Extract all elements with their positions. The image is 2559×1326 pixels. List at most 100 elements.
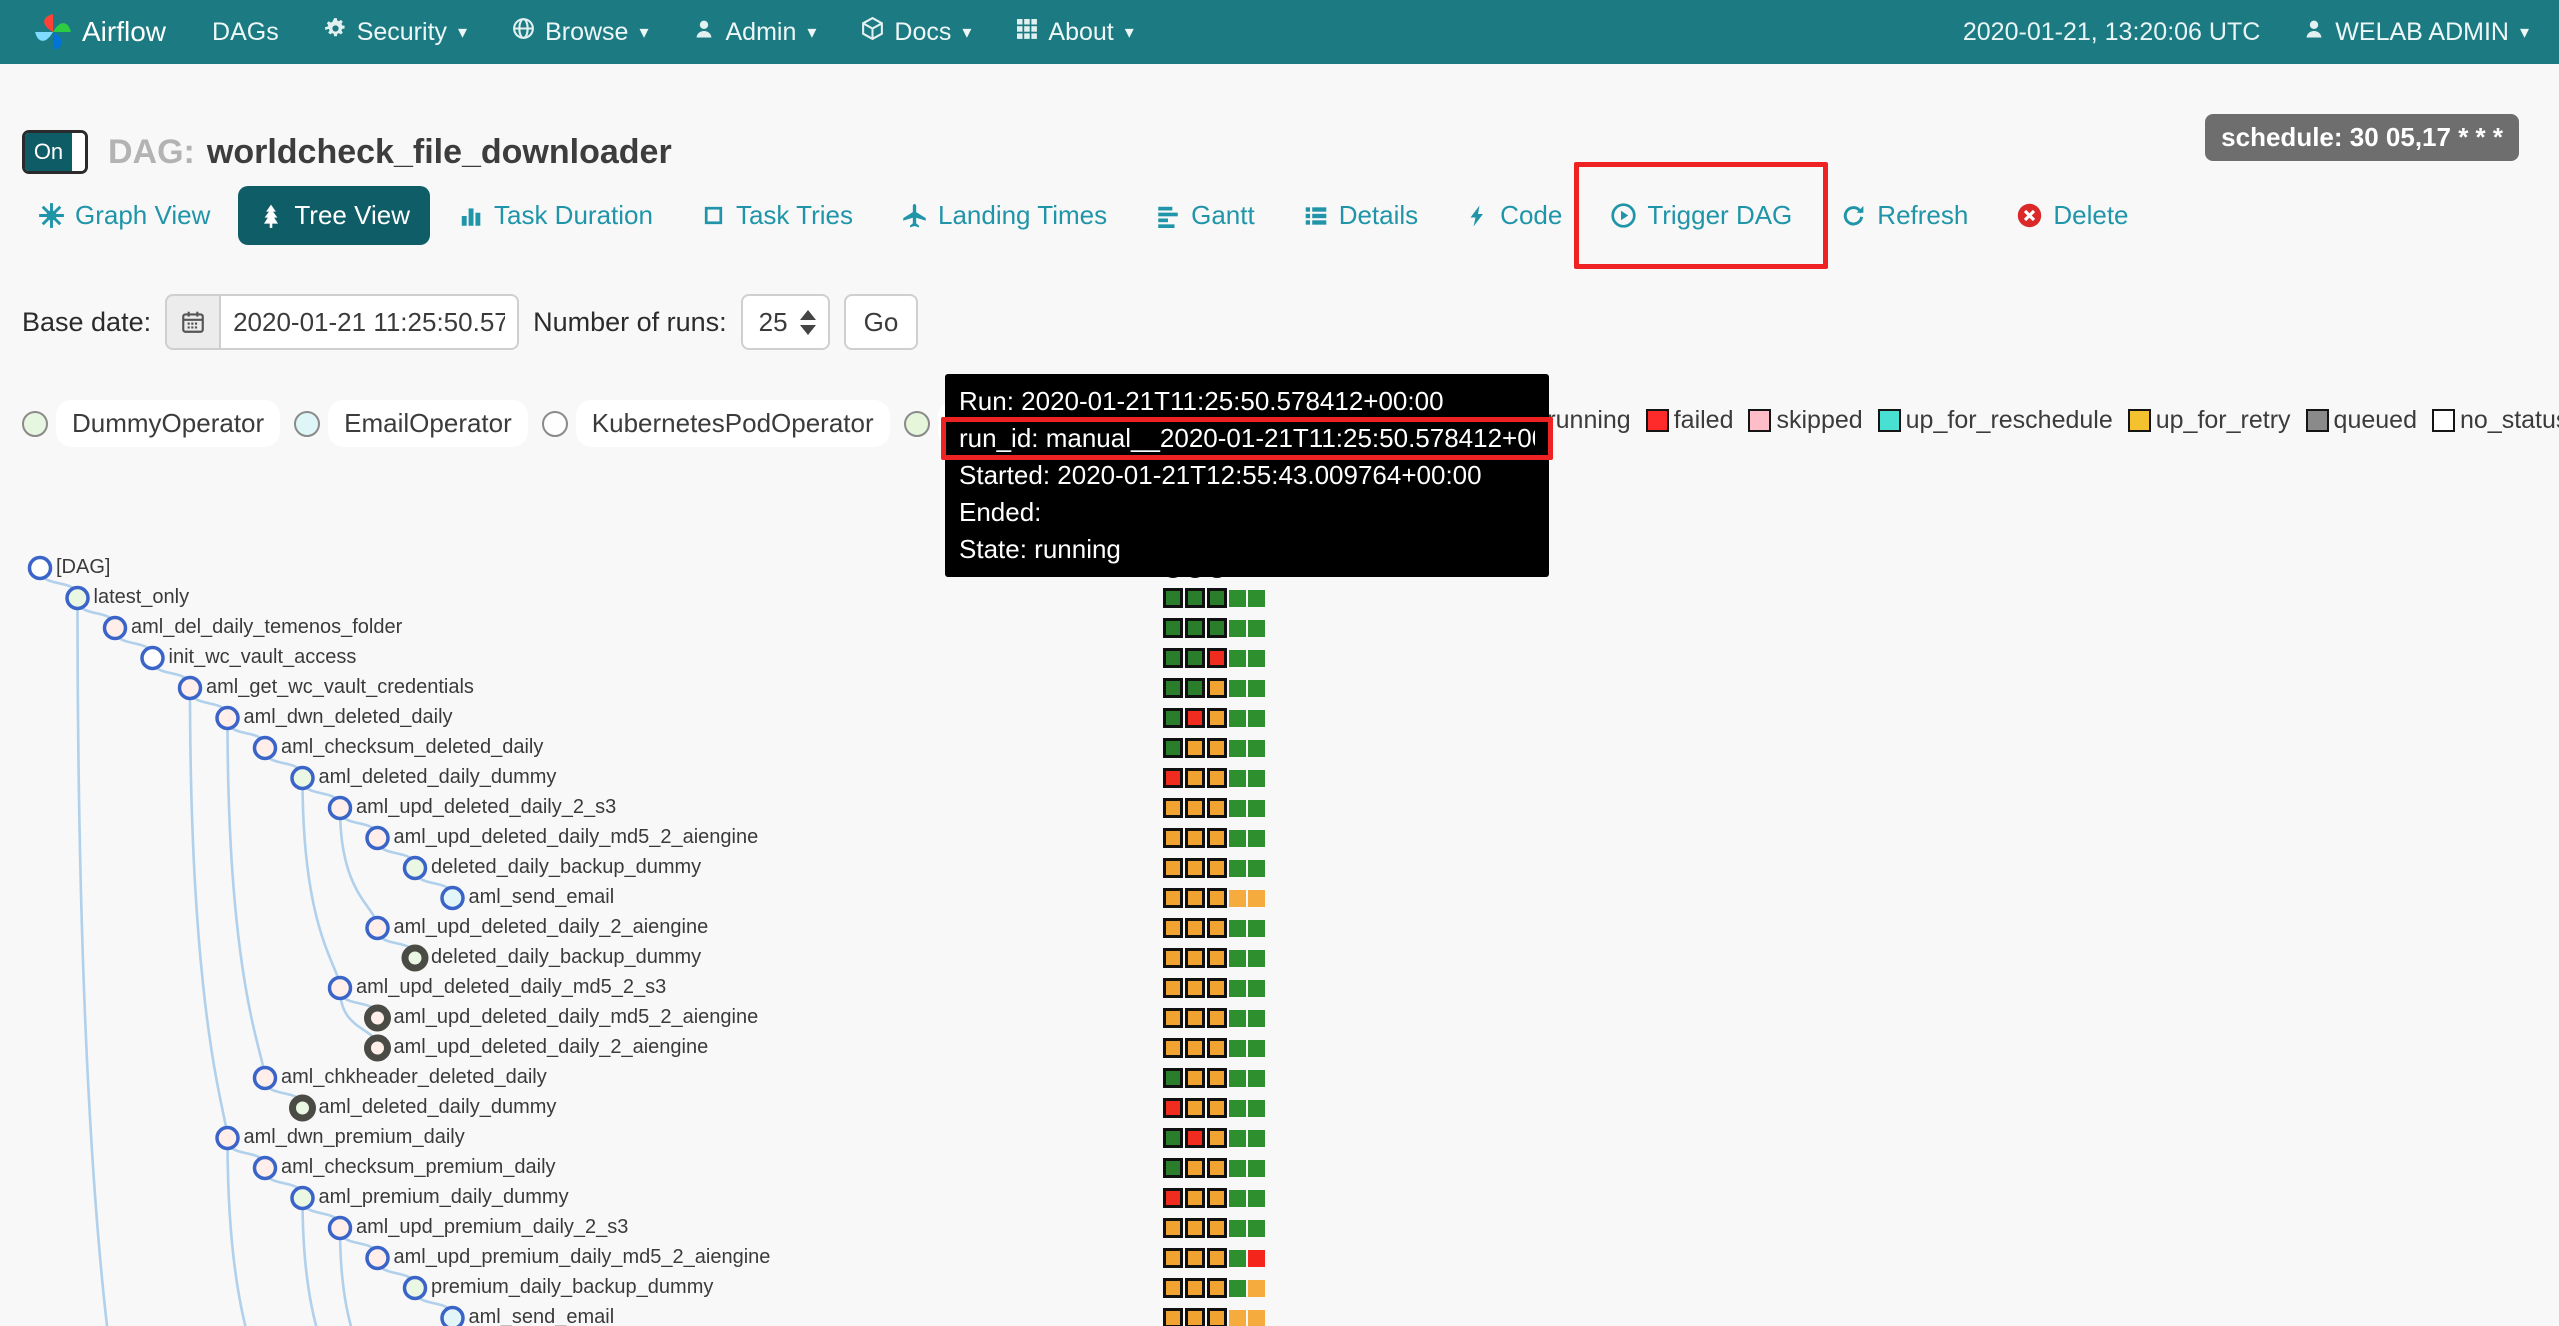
task-instance-cell[interactable] [1185, 858, 1205, 878]
task-instance-cell[interactable] [1248, 1220, 1265, 1237]
task-node-deleted-daily-backup-dummy[interactable] [405, 858, 426, 879]
task-node-aml-checksum-premium-daily[interactable] [255, 1158, 276, 1179]
task-instance-cell[interactable] [1163, 798, 1183, 818]
nav-item-admin[interactable]: Admin▾ [692, 17, 816, 48]
task-node-aml-dwn-premium-daily[interactable] [217, 1128, 238, 1149]
task-node-aml-upd-premium-daily-2-s3[interactable] [330, 1218, 351, 1239]
task-node-premium-daily-backup-dummy[interactable] [405, 1278, 426, 1299]
task-label-deleted-daily-backup-dummy[interactable]: deleted_daily_backup_dummy [431, 856, 701, 879]
task-instance-cell[interactable] [1185, 618, 1205, 638]
task-instance-cell[interactable] [1207, 1008, 1227, 1028]
task-instance-cell[interactable] [1163, 1188, 1183, 1208]
task-instance-cell[interactable] [1163, 1098, 1183, 1118]
task-instance-cell[interactable] [1248, 1190, 1265, 1207]
task-instance-cell[interactable] [1163, 978, 1183, 998]
task-node-aml-chkheader-deleted-daily[interactable] [255, 1068, 276, 1089]
task-instance-cell[interactable] [1163, 858, 1183, 878]
task-instance-cell[interactable] [1229, 980, 1246, 997]
task-instance-cell[interactable] [1207, 918, 1227, 938]
task-instance-cell[interactable] [1248, 800, 1265, 817]
task-instance-cell[interactable] [1229, 1280, 1246, 1297]
task-instance-cell[interactable] [1248, 890, 1265, 907]
task-instance-cell[interactable] [1163, 828, 1183, 848]
task-instance-cell[interactable] [1248, 1010, 1265, 1027]
task-instance-cell[interactable] [1207, 948, 1227, 968]
task-instance-cell[interactable] [1185, 738, 1205, 758]
task-label-aml-send-email[interactable]: aml_send_email [469, 1306, 615, 1326]
task-instance-cell[interactable] [1185, 1038, 1205, 1058]
task-instance-cell[interactable] [1163, 1308, 1183, 1326]
task-label-aml-dwn-premium-daily[interactable]: aml_dwn_premium_daily [244, 1126, 465, 1149]
task-instance-cell[interactable] [1248, 1160, 1265, 1177]
task-instance-cell[interactable] [1229, 650, 1246, 667]
task-instance-cell[interactable] [1248, 1250, 1265, 1267]
task-node-aml-send-email[interactable] [442, 1308, 463, 1326]
task-label-aml-upd-premium-daily-md5-2-aiengine[interactable]: aml_upd_premium_daily_md5_2_aiengine [394, 1246, 771, 1269]
task-instance-cell[interactable] [1207, 1158, 1227, 1178]
task-instance-cell[interactable] [1185, 1278, 1205, 1298]
task-instance-cell[interactable] [1163, 1068, 1183, 1088]
task-instance-cell[interactable] [1163, 918, 1183, 938]
task-instance-cell[interactable] [1207, 1068, 1227, 1088]
task-node-aml-dwn-deleted-daily[interactable] [217, 708, 238, 729]
task-instance-cell[interactable] [1229, 1250, 1246, 1267]
task-instance-cell[interactable] [1207, 1278, 1227, 1298]
task-instance-cell[interactable] [1207, 588, 1227, 608]
task-label-aml-checksum-deleted-daily[interactable]: aml_checksum_deleted_daily [281, 736, 543, 759]
task-node-deleted-daily-backup-dummy[interactable] [405, 948, 425, 968]
task-instance-cell[interactable] [1229, 1040, 1246, 1057]
task-instance-cell[interactable] [1248, 590, 1265, 607]
task-instance-cell[interactable] [1229, 1160, 1246, 1177]
task-instance-cell[interactable] [1185, 1098, 1205, 1118]
task-instance-cell[interactable] [1185, 1218, 1205, 1238]
task-node-aml-premium-daily-dummy[interactable] [292, 1188, 313, 1209]
task-instance-cell[interactable] [1163, 768, 1183, 788]
task-instance-cell[interactable] [1207, 798, 1227, 818]
task-instance-cell[interactable] [1229, 860, 1246, 877]
task-instance-cell[interactable] [1163, 1008, 1183, 1028]
nav-item-about[interactable]: About▾ [1015, 17, 1133, 48]
task-instance-cell[interactable] [1248, 830, 1265, 847]
task-label-aml-send-email[interactable]: aml_send_email [469, 886, 615, 909]
task-instance-cell[interactable] [1207, 738, 1227, 758]
task-instance-cell[interactable] [1163, 708, 1183, 728]
task-instance-cell[interactable] [1229, 920, 1246, 937]
task-instance-cell[interactable] [1185, 708, 1205, 728]
task-node-aml-get-wc-vault-credentials[interactable] [180, 678, 201, 699]
task-instance-cell[interactable] [1248, 1070, 1265, 1087]
task-instance-cell[interactable] [1185, 588, 1205, 608]
task-instance-cell[interactable] [1207, 708, 1227, 728]
task-instance-cell[interactable] [1248, 1280, 1265, 1297]
task-instance-cell[interactable] [1163, 948, 1183, 968]
task-label-aml-chkheader-deleted-daily[interactable]: aml_chkheader_deleted_daily [281, 1066, 547, 1089]
task-label-dag[interactable]: [DAG] [56, 556, 110, 579]
task-node-aml-send-email[interactable] [442, 888, 463, 909]
task-instance-cell[interactable] [1248, 740, 1265, 757]
task-instance-cell[interactable] [1207, 828, 1227, 848]
task-label-deleted-daily-backup-dummy[interactable]: deleted_daily_backup_dummy [431, 946, 701, 969]
task-node-aml-upd-deleted-daily-md5-2-aiengine[interactable] [368, 1008, 388, 1028]
task-instance-cell[interactable] [1248, 770, 1265, 787]
task-instance-cell[interactable] [1185, 888, 1205, 908]
task-instance-cell[interactable] [1185, 648, 1205, 668]
task-instance-cell[interactable] [1248, 950, 1265, 967]
task-instance-cell[interactable] [1229, 1010, 1246, 1027]
task-instance-cell[interactable] [1207, 1128, 1227, 1148]
task-label-aml-deleted-daily-dummy[interactable]: aml_deleted_daily_dummy [319, 1096, 557, 1119]
task-node-aml-deleted-daily-dummy[interactable] [293, 1098, 313, 1118]
task-instance-cell[interactable] [1229, 1220, 1246, 1237]
task-instance-cell[interactable] [1163, 1038, 1183, 1058]
task-instance-cell[interactable] [1207, 888, 1227, 908]
task-label-init-wc-vault-access[interactable]: init_wc_vault_access [169, 646, 357, 669]
task-instance-cell[interactable] [1185, 1128, 1205, 1148]
nav-item-docs[interactable]: Docs▾ [860, 16, 971, 48]
task-instance-cell[interactable] [1163, 738, 1183, 758]
task-label-aml-upd-deleted-daily-2-aiengine[interactable]: aml_upd_deleted_daily_2_aiengine [394, 1036, 709, 1059]
task-instance-cell[interactable] [1229, 770, 1246, 787]
task-instance-cell[interactable] [1185, 1248, 1205, 1268]
task-node-aml-upd-deleted-daily-md5-2-aiengine[interactable] [367, 828, 388, 849]
task-instance-cell[interactable] [1229, 890, 1246, 907]
task-node-aml-deleted-daily-dummy[interactable] [292, 768, 313, 789]
task-instance-cell[interactable] [1163, 1218, 1183, 1238]
task-instance-cell[interactable] [1163, 618, 1183, 638]
